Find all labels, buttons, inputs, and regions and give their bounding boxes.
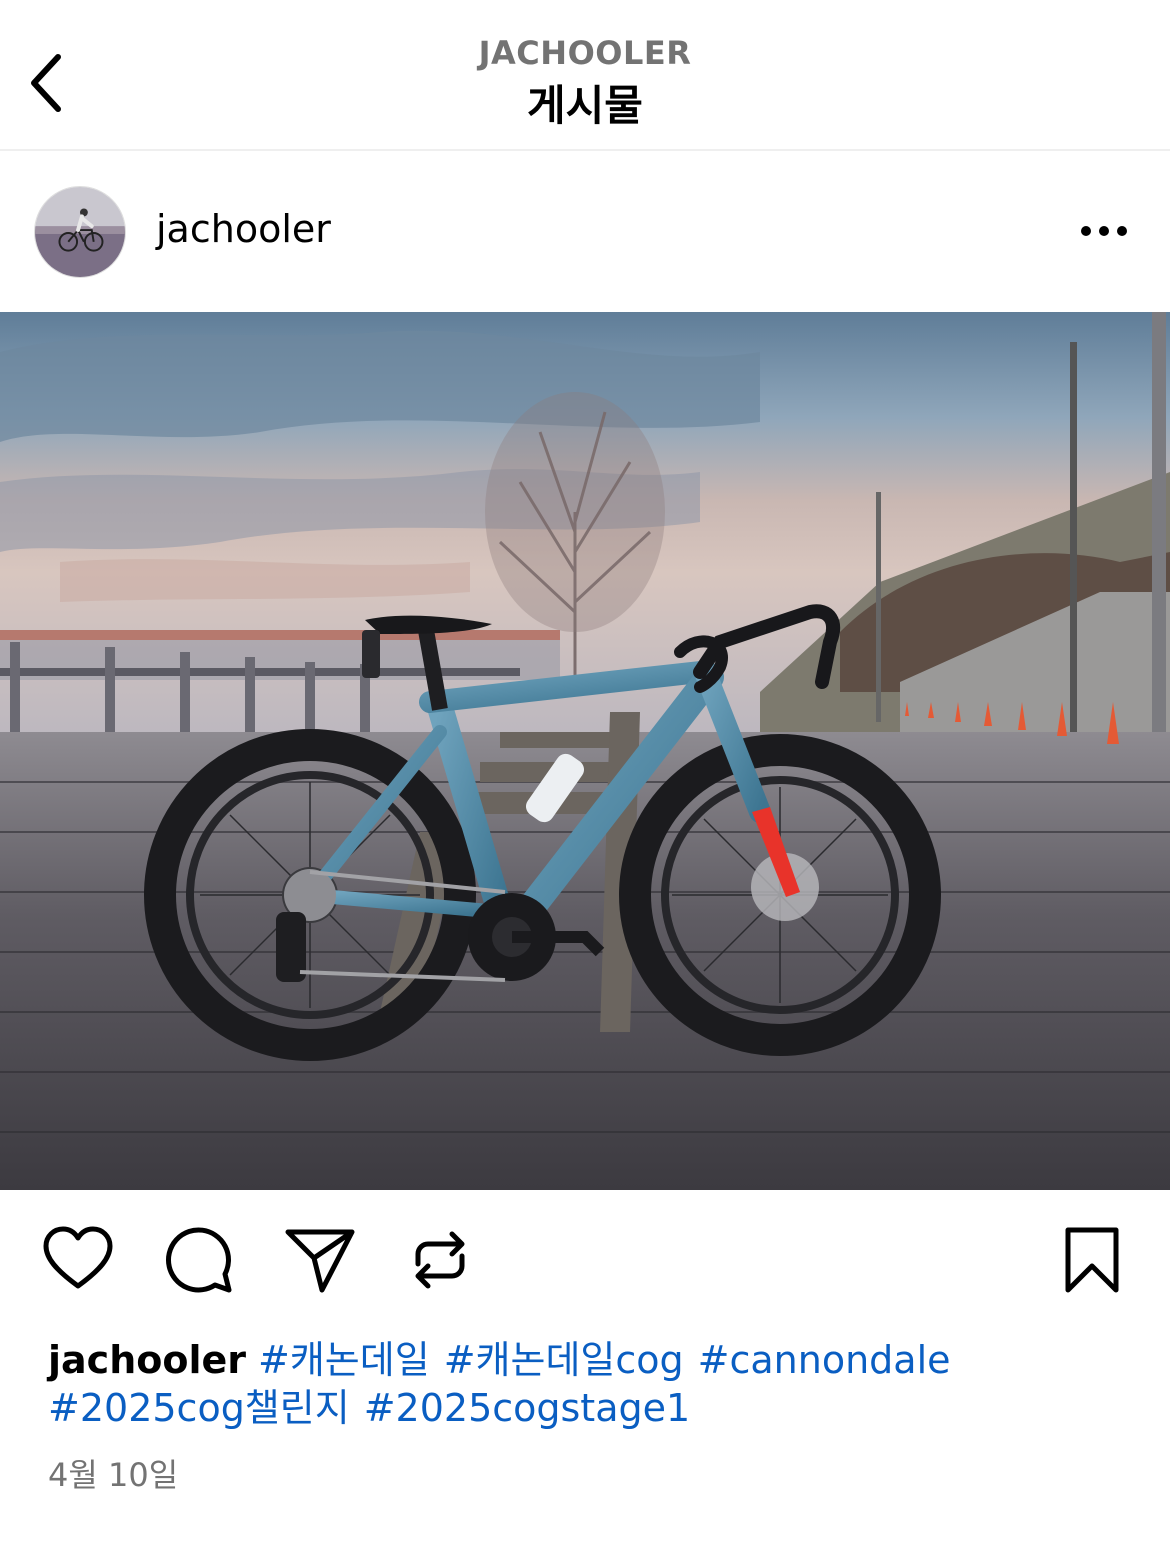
post-caption: jachooler #캐논데일 #캐논데일cog #cannondale #2025co…: [48, 1336, 1128, 1432]
caption-username[interactable]: jachooler: [48, 1338, 246, 1382]
repost-button[interactable]: [402, 1222, 478, 1298]
more-horizontal-icon: [1081, 226, 1127, 236]
more-options-button[interactable]: [1072, 209, 1136, 253]
avatar[interactable]: [34, 186, 126, 278]
hashtag[interactable]: #캐논데일cog: [444, 1338, 684, 1382]
hashtag[interactable]: #캐논데일: [258, 1338, 430, 1382]
hashtag[interactable]: #2025cogstage1: [364, 1386, 690, 1430]
post-header: jachooler: [0, 151, 1170, 312]
comment-button[interactable]: [161, 1222, 237, 1298]
like-button[interactable]: [40, 1222, 116, 1298]
account-label: JACHOOLER: [478, 34, 692, 72]
bookmark-icon: [1065, 1227, 1119, 1293]
heart-icon: [43, 1226, 113, 1289]
comment-icon: [166, 1227, 232, 1293]
post-date: 4월 10일: [48, 1456, 179, 1494]
send-icon: [285, 1229, 355, 1293]
post-image[interactable]: [0, 312, 1170, 1190]
hashtag[interactable]: #2025cog챌린지: [48, 1386, 350, 1430]
bike-photo: [0, 312, 1170, 1190]
hashtag[interactable]: #cannondale: [698, 1338, 951, 1382]
save-button[interactable]: [1054, 1222, 1130, 1298]
page-title: 게시물: [527, 81, 643, 130]
post-username[interactable]: jachooler: [156, 207, 331, 251]
avatar-image: [35, 187, 125, 277]
action-bar: [0, 1190, 1170, 1330]
repost-icon: [415, 1231, 465, 1289]
top-bar: JACHOOLER 게시물: [0, 0, 1170, 151]
share-button[interactable]: [282, 1222, 358, 1298]
